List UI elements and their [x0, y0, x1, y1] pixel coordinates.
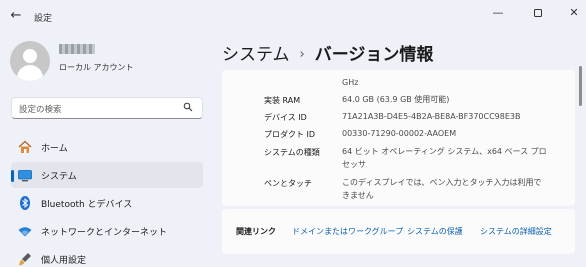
- close-button[interactable]: ✕: [565, 5, 583, 21]
- page-title: バージョン情報: [314, 45, 434, 65]
- minimize-button[interactable]: —: [489, 5, 507, 21]
- link-system-protection[interactable]: システムの保護: [407, 226, 463, 237]
- spec-label: 実装 RAM: [264, 96, 301, 105]
- search-input[interactable]: 設定の検索: [11, 97, 203, 119]
- avatar-head: [23, 49, 37, 63]
- title-bar: ← 設定 — ✕: [0, 0, 586, 34]
- sidebar-item-personalization[interactable]: 個人用設定: [11, 246, 203, 267]
- link-domain-workgroup[interactable]: ドメインまたはワークグループ: [292, 226, 403, 237]
- device-specs-card: GHz 実装 RAM 64.0 GB (63.9 GB 使用可能) デバイス I…: [222, 70, 575, 206]
- related-links-bar: 関連リンク ドメインまたはワークグループ システムの保護 システムの詳細設定: [222, 209, 575, 254]
- spec-value: きません: [342, 191, 374, 200]
- maximize-icon: [534, 9, 542, 17]
- sidebar-item-label: ホーム: [41, 144, 68, 154]
- sidebar-item-system[interactable]: システム: [11, 162, 203, 188]
- spec-value: 64 ビット オペレーティング システム、x64 ベース プロ: [342, 147, 547, 156]
- spec-value: 00330-71290-00002-AAOEM: [342, 129, 457, 138]
- bluetooth-icon: [20, 196, 30, 210]
- home-icon: [18, 140, 32, 153]
- chevron-right-icon: ›: [299, 47, 305, 62]
- avatar[interactable]: [10, 41, 50, 81]
- spec-value: 71A21A3B-D4E5-4B2A-BE8A-BF370CC98E3B: [342, 112, 521, 121]
- spec-label: デバイス ID: [264, 113, 307, 122]
- brush-icon: [19, 253, 31, 266]
- breadcrumb: システム › バージョン情報: [222, 40, 433, 65]
- sidebar-item-bluetooth[interactable]: Bluetooth とデバイス: [11, 190, 203, 216]
- sidebar-item-label: 個人用設定: [41, 256, 87, 266]
- avatar-body: [17, 65, 43, 81]
- spec-label: ペンとタッチ: [264, 179, 312, 188]
- spec-label: システムの種類: [264, 148, 320, 157]
- display-icon: [18, 170, 32, 182]
- account-type: ローカル アカウント: [59, 63, 134, 72]
- sidebar-item-label: システム: [41, 172, 77, 182]
- scrollbar-thumb[interactable]: [579, 66, 582, 106]
- maximize-button[interactable]: [529, 5, 547, 21]
- spec-label: プロダクト ID: [264, 130, 316, 139]
- breadcrumb-parent[interactable]: システム: [222, 45, 290, 65]
- wifi-icon: [18, 227, 32, 237]
- user-name-redacted: [59, 44, 95, 54]
- sidebar-item-label: Bluetooth とデバイス: [41, 200, 133, 210]
- back-button[interactable]: ←: [8, 8, 24, 24]
- sidebar-item-network[interactable]: ネットワークとインターネット: [11, 218, 203, 244]
- sidebar-item-label: ネットワークとインターネット: [41, 228, 168, 238]
- search-icon: [183, 102, 193, 112]
- related-links-title: 関連リンク: [236, 227, 276, 236]
- sidebar-item-home[interactable]: ホーム: [11, 134, 203, 160]
- search-placeholder: 設定の検索: [19, 105, 62, 115]
- spec-value: 64.0 GB (63.9 GB 使用可能): [342, 95, 450, 104]
- active-indicator: [11, 170, 14, 182]
- spec-value-fragment: GHz: [342, 78, 359, 87]
- app-title: 設定: [34, 14, 53, 24]
- spec-value: このディスプレイでは、ペン入力とタッチ入力は利用で: [342, 178, 542, 187]
- link-advanced-system-settings[interactable]: システムの詳細設定: [480, 226, 552, 237]
- spec-value: セッサ: [342, 160, 366, 169]
